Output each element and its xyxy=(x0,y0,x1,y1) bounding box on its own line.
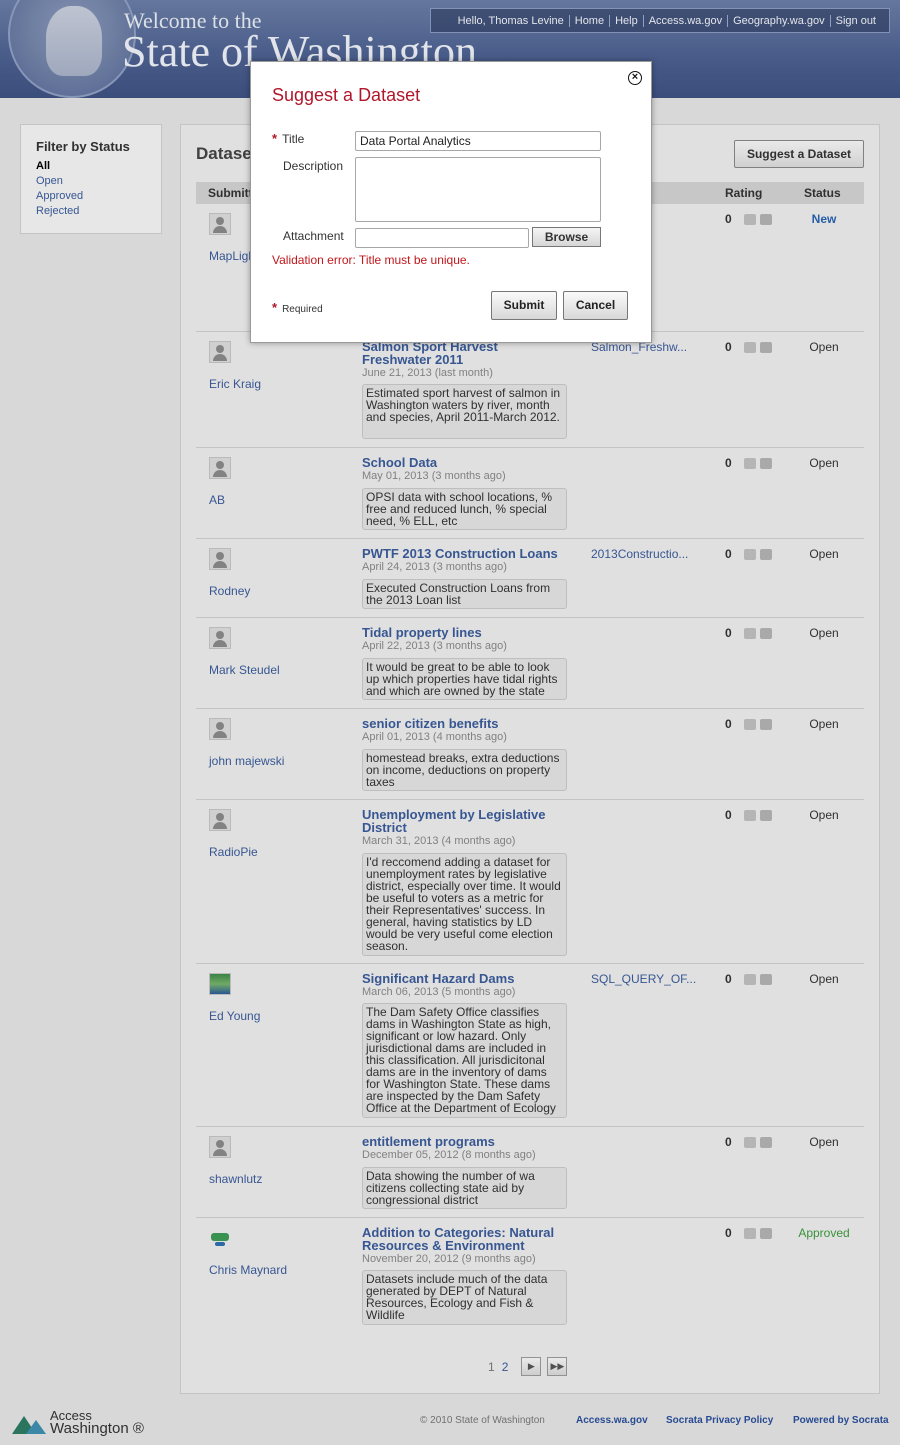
title-input[interactable] xyxy=(355,131,601,151)
description-textarea[interactable] xyxy=(355,157,601,222)
required-note-text: Required xyxy=(282,304,323,315)
close-icon[interactable]: × xyxy=(628,71,642,85)
title-label-text: Title xyxy=(282,132,305,146)
submit-button[interactable]: Submit xyxy=(491,291,557,320)
description-label: Description xyxy=(283,159,344,173)
attachment-input[interactable] xyxy=(355,228,529,248)
required-note: * Required xyxy=(272,300,323,315)
cancel-button[interactable]: Cancel xyxy=(563,291,628,320)
required-asterisk: * xyxy=(272,300,278,315)
validation-error: Validation error: Title must be unique. xyxy=(272,253,470,267)
title-label: * Title xyxy=(272,131,304,146)
attachment-label: Attachment xyxy=(283,229,344,243)
suggest-dataset-dialog: × Suggest a Dataset * Title Description A… xyxy=(250,61,652,343)
browse-button[interactable]: Browse xyxy=(532,227,601,247)
required-asterisk: * xyxy=(272,131,278,146)
dialog-title: Suggest a Dataset xyxy=(272,85,421,105)
